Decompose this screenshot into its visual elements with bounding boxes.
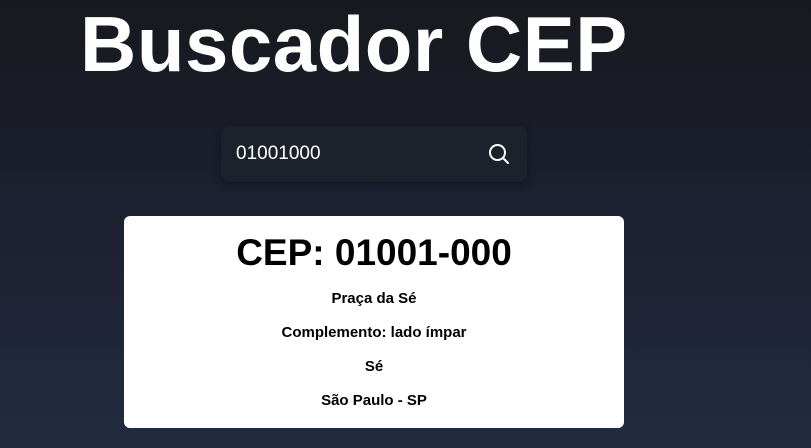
cep-heading: CEP: 01001-000 — [236, 232, 512, 273]
complement-text: Complemento: lado ímpar — [281, 324, 467, 341]
search-button[interactable] — [485, 140, 513, 168]
street-text: Praça da Sé — [331, 290, 417, 307]
search-container — [221, 126, 527, 182]
search-icon — [489, 144, 509, 164]
city-state-text: São Paulo - SP — [321, 392, 427, 409]
page-title: Buscador CEP — [80, 0, 628, 88]
neighborhood-text: Sé — [364, 358, 384, 375]
result-card: CEP: 01001-000 Praça da Sé Complemento: … — [124, 216, 624, 428]
cep-search-input[interactable] — [236, 143, 485, 165]
